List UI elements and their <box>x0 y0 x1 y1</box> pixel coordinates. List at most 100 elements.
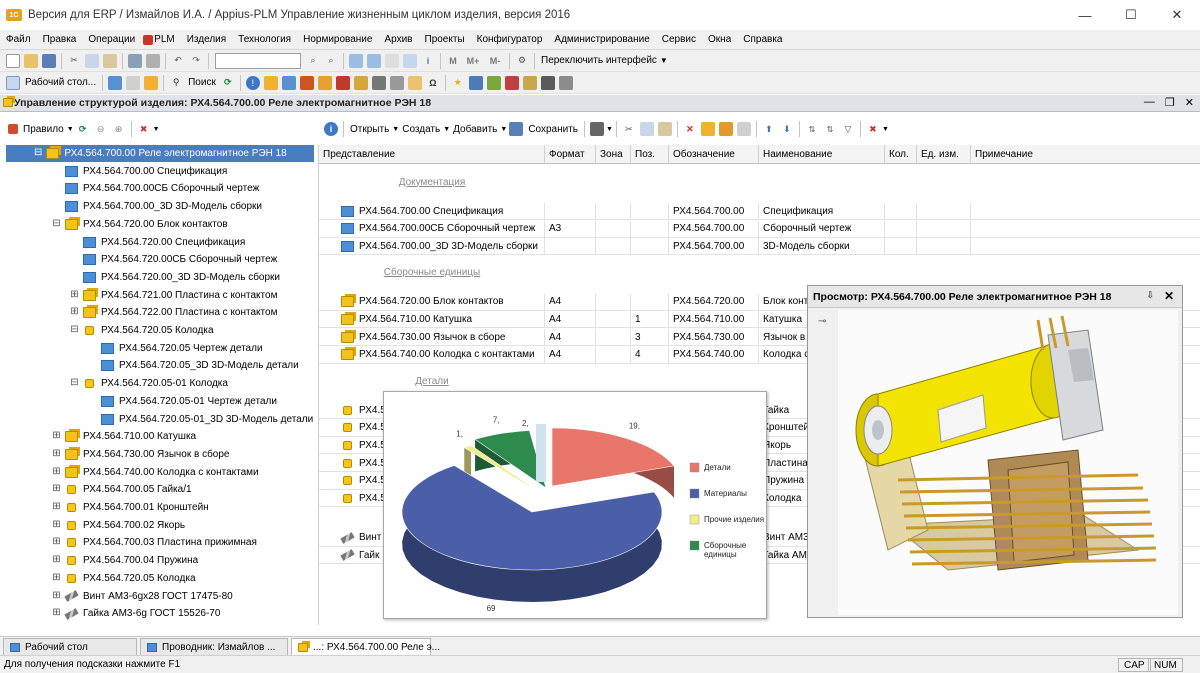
switch-interface-dropdown-icon[interactable]: ▼ <box>660 56 668 65</box>
window-icon[interactable] <box>349 53 363 68</box>
tree-item[interactable]: РХ4.564.720.00_3D 3D-Модель сборки <box>6 269 310 286</box>
desktop-button[interactable]: Рабочий стол... <box>25 77 96 88</box>
row-representation[interactable]: РХ4.564.730.00 Язычок в сборе <box>319 329 545 346</box>
tree-item[interactable]: ⊞ РХ4.564.722.00 Пластина с контактом <box>6 304 307 321</box>
menu-item-5[interactable]: Технология <box>232 34 297 45</box>
open-folder-icon[interactable] <box>24 53 38 68</box>
tree-item[interactable]: ⊟ РХ4.564.720.05 Колодка <box>6 322 244 339</box>
preview-pushpin-icon[interactable]: ⊸ <box>818 316 826 327</box>
expand-toggle-icon[interactable]: ⊞ <box>52 466 61 477</box>
grid-icon[interactable] <box>371 75 386 90</box>
tree-item[interactable]: ⊞ РХ4.564.700.03 Пластина прижимная <box>6 534 287 551</box>
row-representation[interactable]: РХ4.564.740.00 Колодка с контактами <box>319 346 545 364</box>
sort-desc-icon[interactable]: ⇅ <box>823 122 837 136</box>
create-button[interactable]: Создать <box>402 124 440 135</box>
column-header[interactable]: Наименование <box>759 145 885 164</box>
table-tools-dropdown-icon[interactable]: ▼ <box>882 126 889 133</box>
m-plus-icon[interactable]: M+ <box>464 54 482 68</box>
tree-item[interactable]: РХ4.564.720.00СБ Сборочный чертеж <box>6 251 307 268</box>
tree-item[interactable]: ⊟ РХ4.564.720.05-01 Колодка <box>6 375 258 392</box>
print-icon[interactable] <box>128 53 142 68</box>
expand-toggle-icon[interactable]: ⊞ <box>52 555 61 565</box>
rule-button[interactable]: Правило <box>23 124 64 135</box>
undo-icon[interactable]: ↶ <box>171 54 185 68</box>
tree-item[interactable]: РХ4.564.720.05 Чертеж детали <box>6 340 293 357</box>
move-up-icon[interactable]: ⬆ <box>762 122 776 136</box>
menu-item-4[interactable]: Изделия <box>181 34 232 45</box>
m-minus-icon[interactable]: M- <box>486 54 504 68</box>
tree-item[interactable]: РХ4.564.720.05-01_3D 3D-Модель детали <box>6 411 343 428</box>
copy-icon[interactable] <box>85 53 99 68</box>
expand-toggle-icon[interactable]: ⊟ <box>34 148 42 158</box>
column-header[interactable]: Обозначение <box>669 145 759 164</box>
pack-icon[interactable] <box>522 75 537 90</box>
desktop-icon[interactable] <box>6 75 20 90</box>
stop-icon[interactable] <box>504 75 519 90</box>
tree-item[interactable]: РХ4.564.700.00_3D 3D-Модель сборки <box>6 198 292 215</box>
delete-icon[interactable]: ✕ <box>683 122 697 136</box>
expand-toggle-icon[interactable]: ⊞ <box>70 307 79 317</box>
maximize-button[interactable]: ☐ <box>1108 0 1154 30</box>
switch-interface-button[interactable]: Переключить интерфейс <box>541 55 657 66</box>
close-button[interactable]: ✕ <box>1154 0 1200 30</box>
menu-item-2[interactable]: Операции <box>82 34 141 45</box>
redo-icon[interactable]: ↷ <box>189 54 203 68</box>
expand-toggle-icon[interactable]: ⊞ <box>70 289 79 300</box>
list-icon[interactable] <box>126 75 141 90</box>
row-representation[interactable]: РХ4.564.700.00_3D 3D-Модель сборки <box>319 238 545 256</box>
refresh-icon[interactable]: ⟳ <box>221 76 235 90</box>
tree-item[interactable]: ⊞ РХ4.564.720.05 Колодка <box>6 570 226 587</box>
menu-item-0[interactable]: Файл <box>0 34 37 45</box>
column-header[interactable]: Ед. изм. <box>917 145 971 164</box>
doc-close-button[interactable]: ✕ <box>1185 96 1194 109</box>
preview-close-button[interactable]: ✕ <box>1164 289 1174 303</box>
doc-restore-button[interactable]: ❐ <box>1165 96 1175 109</box>
tree-tools-icon[interactable]: ✖ <box>137 122 151 136</box>
cut-icon[interactable]: ✂ <box>67 54 81 68</box>
tools-icon[interactable]: ⚙ <box>515 54 529 68</box>
chart-icon[interactable] <box>558 75 573 90</box>
calendar-icon[interactable] <box>403 53 417 68</box>
tree-item[interactable]: ⊞ РХ4.564.721.00 Пластина с контактом <box>6 287 307 304</box>
tree-item[interactable]: ⊞ РХ4.564.700.05 Гайка/1 <box>6 481 222 498</box>
tree-item[interactable]: ⊞ РХ4.564.700.02 Якорь <box>6 517 215 534</box>
tree-item[interactable]: РХ4.564.720.05_3D 3D-Модель детали <box>6 357 329 374</box>
column-header[interactable]: Примечание <box>971 145 1200 164</box>
open-button[interactable]: Открыть <box>350 124 389 135</box>
preview-icon[interactable] <box>146 53 160 68</box>
sort-asc-icon[interactable]: ⇅ <box>805 122 819 136</box>
minimize-button[interactable]: — <box>1062 0 1108 30</box>
tree-item[interactable]: ⊞ РХ4.564.740.00 Колодка с контактами <box>6 464 289 481</box>
tree-item[interactable]: ⊞ РХ4.564.700.04 Пружина <box>6 552 228 569</box>
table-copy-icon[interactable] <box>639 122 654 136</box>
table-info-icon[interactable]: i <box>324 122 338 136</box>
expand-toggle-icon[interactable]: ⊞ <box>52 590 61 601</box>
omega-icon[interactable]: Ω <box>426 76 440 90</box>
doc-minimize-button[interactable]: — <box>1144 96 1155 109</box>
structure-icon[interactable] <box>590 122 605 136</box>
save-button[interactable]: Сохранить <box>528 124 578 135</box>
expand-toggle-icon[interactable]: ⊟ <box>52 218 61 229</box>
filter-icon[interactable]: ▽ <box>841 122 855 136</box>
paste-icon[interactable] <box>103 53 117 68</box>
find-next-icon[interactable]: ⌕ <box>324 54 338 68</box>
brick-icon[interactable] <box>335 75 350 90</box>
new-document-icon[interactable] <box>6 53 20 68</box>
favorites-icon[interactable]: ★ <box>451 76 465 90</box>
user-icon[interactable] <box>700 122 715 136</box>
row-representation[interactable]: РХ4.564.720.00 Блок контактов <box>319 293 545 311</box>
star-icon[interactable] <box>353 75 368 90</box>
menu-item-10[interactable]: Администрирование <box>548 34 655 45</box>
column-header[interactable]: Поз. <box>631 145 669 164</box>
row-representation[interactable]: РХ4.564.710.00 Катушка <box>319 311 545 329</box>
table-paste-icon[interactable] <box>657 122 672 136</box>
bookmark-icon[interactable] <box>736 122 751 136</box>
zoom-in-icon[interactable]: ⊕ <box>112 122 126 136</box>
tree-tools-dropdown-icon[interactable]: ▼ <box>153 126 160 133</box>
m-icon[interactable]: M <box>446 54 460 68</box>
table-tools-icon[interactable]: ✖ <box>866 122 880 136</box>
taskbar-tab-2[interactable]: ...: РХ4.564.700.00 Реле э... <box>291 638 440 655</box>
tree-item[interactable]: ⊟ РХ4.564.700.00 Реле электромагнитное РЭ… <box>6 145 314 162</box>
open-dropdown-icon[interactable]: ▼ <box>392 126 399 133</box>
catalog-icon[interactable] <box>108 75 123 90</box>
